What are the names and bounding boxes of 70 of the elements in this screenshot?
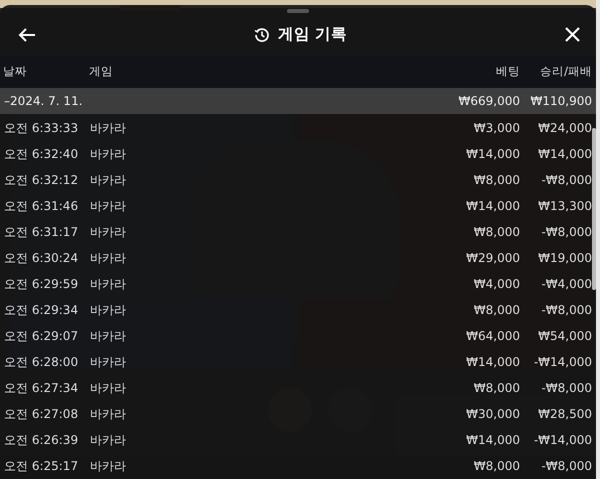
column-header: 승리/패배 [539,63,592,80]
time-cell-text: 오전 6:25:17 [4,458,80,475]
bet-cell-text: ₩14,000 [466,354,520,371]
result-cell-text: -₩14,000 [532,354,592,371]
total-result: ₩110,900 [530,93,592,110]
game-cell-text: 바카라 [90,198,126,215]
game-cell-text: 바카라 [90,120,126,137]
bet-cell-text: ₩29,000 [466,250,520,267]
game-cell-text: 바카라 [90,354,126,371]
game-cell-text: 바카라 [90,458,126,475]
back-arrow-icon [18,26,36,42]
time-cell-text: 오전 6:31:46 [4,198,80,215]
game-cell-text: 바카라 [90,406,126,423]
result-cell-text: -₩8,000 [540,172,592,189]
game-cell-text: 바카라 [90,250,126,267]
drag-handle[interactable] [287,9,309,13]
panel-title: 게임 기록 [278,24,348,45]
bet-cell-text: ₩8,000 [474,458,520,475]
bet-cell-text: ₩8,000 [474,224,520,241]
time-cell-text: 오전 6:30:24 [4,250,80,267]
bet-cell-text: ₩3,000 [474,120,520,137]
game-cell-text: 바카라 [90,380,126,397]
time-cell-text: 오전 6:29:34 [4,302,80,319]
result-cell-text: ₩24,000 [537,120,592,137]
result-cell-text: -₩4,000 [540,276,592,293]
time-cell-text: 오전 6:29:07 [4,328,80,345]
bet-cell-text: ₩8,000 [474,380,520,397]
result-cell-text: ₩14,000 [537,146,592,163]
result-cell-text: ₩54,000 [537,328,592,345]
bet-cell-text: ₩8,000 [474,172,520,189]
game-cell-text: 바카라 [90,146,126,163]
column-header: 베팅 [496,63,520,80]
game-cell-text: 바카라 [90,276,126,293]
time-cell-text: 오전 6:28:00 [4,354,80,371]
result-cell-text: -₩8,000 [540,380,592,397]
bet-cell-text: ₩8,000 [474,302,520,319]
time-cell-text: 오전 6:33:33 [4,120,80,137]
date-group-label[interactable]: –2024. 7. 11. [4,92,83,110]
total-bet: ₩669,000 [458,93,520,110]
result-cell-text: ₩13,300 [537,198,592,215]
column-header: 날짜 [3,63,28,80]
result-cell-text: -₩8,000 [540,458,592,475]
result-cell-text: ₩28,500 [537,406,592,423]
time-cell-text: 오전 6:27:08 [4,406,80,423]
game-cell-text: 바카라 [90,302,126,319]
time-cell-text: 오전 6:27:34 [4,380,80,397]
bet-cell-text: ₩30,000 [466,406,520,423]
result-cell-text: ₩19,000 [537,250,592,267]
time-cell-text: 오전 6:31:17 [4,224,80,241]
bet-cell-text: ₩14,000 [466,198,520,215]
time-cell-text: 오전 6:32:12 [4,172,80,189]
scrollbar[interactable] [592,128,596,290]
result-cell-text: -₩8,000 [540,302,592,319]
close-icon [565,27,580,42]
result-cell-text: -₩14,000 [532,432,592,449]
game-cell-text: 바카라 [90,224,126,241]
game-cell-text: 바카라 [90,328,126,345]
bet-cell-text: ₩64,000 [466,328,520,345]
bet-cell-text: ₩14,000 [466,146,520,163]
time-cell-text: 오전 6:29:59 [4,276,80,293]
game-cell-text: 바카라 [90,432,126,449]
column-header: 게임 [89,63,113,80]
close-button[interactable] [563,25,582,44]
bet-cell-text: ₩14,000 [466,432,520,449]
bet-cell-text: ₩4,000 [474,276,520,293]
game-cell-text: 바카라 [90,172,126,189]
result-cell-text: -₩8,000 [540,224,592,241]
history-icon [254,26,270,42]
time-cell-text: 오전 6:26:39 [4,432,80,449]
time-cell-text: 오전 6:32:40 [4,146,80,163]
